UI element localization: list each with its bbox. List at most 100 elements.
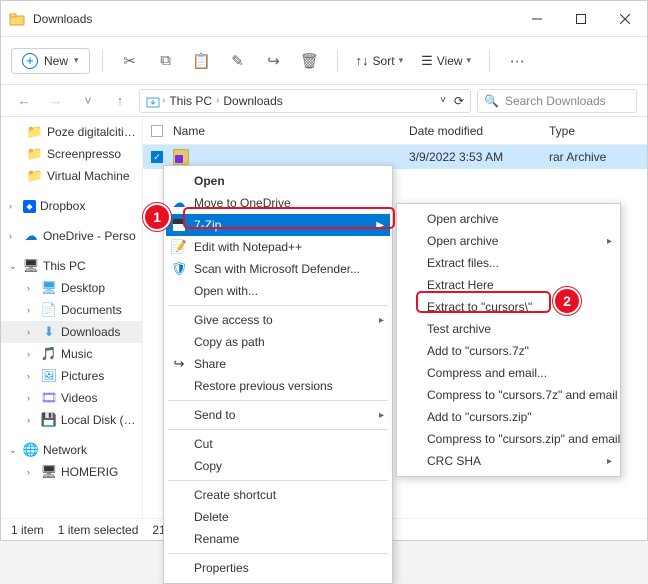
ctx-open[interactable]: Open xyxy=(166,170,390,192)
refresh-button[interactable]: ⟳ xyxy=(454,94,464,108)
up-level-button[interactable]: ↑ xyxy=(107,93,133,108)
7zip-icon xyxy=(171,217,187,233)
file-type: rar Archive xyxy=(549,150,639,164)
file-list: ✓ 3/9/2022 3:53 AM rar Archive Open ☁Mov… xyxy=(143,145,647,518)
select-all-checkbox[interactable] xyxy=(151,125,163,137)
folder-icon: 📁 xyxy=(27,124,43,140)
col-name[interactable]: Name xyxy=(173,124,399,138)
sub-crc[interactable]: CRC SHA▸ xyxy=(399,450,618,472)
ctx-give-access[interactable]: Give access to▸ xyxy=(166,309,390,331)
ctx-copy[interactable]: Copy xyxy=(166,455,390,477)
ctx-delete[interactable]: Delete xyxy=(166,506,390,528)
sub-compress-email[interactable]: Compress and email... xyxy=(399,362,618,384)
new-label: New xyxy=(44,54,68,68)
view-button[interactable]: ☰View▾ xyxy=(415,53,477,69)
cloud-icon: ☁ xyxy=(171,195,187,211)
pictures-icon: 🖼 xyxy=(41,368,57,384)
sidebar-item[interactable]: 📁Screenpresso xyxy=(1,143,142,165)
maximize-button[interactable] xyxy=(559,1,603,37)
sub-test[interactable]: Test archive xyxy=(399,318,618,340)
sidebar-onedrive[interactable]: ›☁OneDrive - Perso xyxy=(1,225,142,247)
sub-open-archive2[interactable]: Open archive▸ xyxy=(399,230,618,252)
folder-icon: 📁 xyxy=(27,168,43,184)
pc-icon: 🖥 xyxy=(41,464,57,480)
up-button[interactable]: ˅ xyxy=(75,94,101,108)
delete-button[interactable]: 🗑 xyxy=(295,46,325,76)
minimize-button[interactable] xyxy=(515,1,559,37)
col-date[interactable]: Date modified xyxy=(409,124,539,138)
ctx-restore[interactable]: Restore previous versions xyxy=(166,375,390,397)
downloads-icon xyxy=(146,95,158,107)
chevron-down-icon[interactable]: ˅ xyxy=(440,95,446,106)
breadcrumb-pc[interactable]: This PC xyxy=(169,94,212,108)
file-date: 3/9/2022 3:53 AM xyxy=(409,150,539,164)
sidebar-network[interactable]: ⌄🌐Network xyxy=(1,439,142,461)
share-icon: ↪ xyxy=(171,356,187,372)
sidebar-pictures[interactable]: ›🖼Pictures xyxy=(1,365,142,387)
sidebar-music[interactable]: ›🎵Music xyxy=(1,343,142,365)
cut-button[interactable]: ✂ xyxy=(115,46,145,76)
sub-add-7z[interactable]: Add to "cursors.7z" xyxy=(399,340,618,362)
copy-button[interactable]: ⧉ xyxy=(151,46,181,76)
col-type[interactable]: Type xyxy=(549,124,639,138)
folder-icon xyxy=(9,11,25,27)
sub-extract-here[interactable]: Extract Here xyxy=(399,274,618,296)
sidebar-downloads[interactable]: ›⬇Downloads xyxy=(1,321,142,343)
submenu-7zip: Open archive Open archive▸ Extract files… xyxy=(396,203,621,477)
sidebar-thispc[interactable]: ⌄🖥This PC xyxy=(1,255,142,277)
more-button[interactable]: ⋯ xyxy=(502,46,532,76)
sidebar-homerig[interactable]: ›🖥HOMERIG xyxy=(1,461,142,483)
status-count: 1 item xyxy=(11,523,44,537)
sidebar-videos[interactable]: ›🎞Videos xyxy=(1,387,142,409)
sub-compress-7z-email[interactable]: Compress to "cursors.7z" and email xyxy=(399,384,618,406)
sidebar-dropbox[interactable]: ›◆Dropbox xyxy=(1,195,142,217)
sub-extract-to[interactable]: Extract to "cursors\" xyxy=(399,296,618,318)
ctx-openwith[interactable]: Open with... xyxy=(166,280,390,302)
sub-extract-files[interactable]: Extract files... xyxy=(399,252,618,274)
sidebar: 📁Poze digitalcitizen 📁Screenpresso 📁Virt… xyxy=(1,117,143,518)
ctx-properties[interactable]: Properties xyxy=(166,557,390,579)
ctx-sendto[interactable]: Send to▸ xyxy=(166,404,390,426)
shield-icon: 🛡 xyxy=(171,261,187,277)
back-button[interactable]: ← xyxy=(11,93,37,108)
ctx-notepad[interactable]: 📝Edit with Notepad++ xyxy=(166,236,390,258)
dropbox-icon: ◆ xyxy=(23,200,36,213)
context-menu: Open ☁Move to OneDrive 7-Zip▶ 📝Edit with… xyxy=(163,165,393,584)
music-icon: 🎵 xyxy=(41,346,57,362)
sub-compress-zip-email[interactable]: Compress to "cursors.zip" and email xyxy=(399,428,618,450)
arrow-right-icon: ▸ xyxy=(607,456,612,467)
breadcrumb-loc[interactable]: Downloads xyxy=(223,94,282,108)
forward-button[interactable]: → xyxy=(43,93,69,108)
ctx-defender[interactable]: 🛡Scan with Microsoft Defender... xyxy=(166,258,390,280)
sub-add-zip[interactable]: Add to "cursors.zip" xyxy=(399,406,618,428)
share-button[interactable]: ↪ xyxy=(259,46,289,76)
ctx-rename[interactable]: Rename xyxy=(166,528,390,550)
sidebar-item[interactable]: 📁Poze digitalcitizen xyxy=(1,121,142,143)
search-input[interactable]: 🔍 Search Downloads xyxy=(477,89,637,113)
rename-button[interactable]: ✎ xyxy=(223,46,253,76)
paste-button[interactable]: 📋 xyxy=(187,46,217,76)
notepad-icon: 📝 xyxy=(171,239,187,255)
row-checkbox[interactable]: ✓ xyxy=(151,151,163,163)
breadcrumb[interactable]: › This PC › Downloads ˅⟳ xyxy=(139,89,471,113)
downloads-icon: ⬇ xyxy=(41,324,57,340)
sort-button[interactable]: ↑↓Sort▾ xyxy=(350,53,410,68)
status-selected: 1 item selected xyxy=(58,523,139,537)
rar-icon xyxy=(173,149,189,165)
ctx-move-onedrive[interactable]: ☁Move to OneDrive xyxy=(166,192,390,214)
arrow-right-icon: ▸ xyxy=(379,410,384,421)
sub-open-archive[interactable]: Open archive xyxy=(399,208,618,230)
ctx-shortcut[interactable]: Create shortcut xyxy=(166,484,390,506)
ctx-7zip[interactable]: 7-Zip▶ xyxy=(166,214,390,236)
sidebar-desktop[interactable]: ›🖥Desktop xyxy=(1,277,142,299)
sidebar-documents[interactable]: ›📄Documents xyxy=(1,299,142,321)
sidebar-item[interactable]: 📁Virtual Machine xyxy=(1,165,142,187)
cloud-icon: ☁ xyxy=(23,228,39,244)
ctx-cut[interactable]: Cut xyxy=(166,433,390,455)
documents-icon: 📄 xyxy=(41,302,57,318)
new-button[interactable]: + New ▾ xyxy=(11,48,90,74)
sidebar-localdisk[interactable]: ›💾Local Disk (C:) xyxy=(1,409,142,431)
close-button[interactable] xyxy=(603,1,647,37)
ctx-share[interactable]: ↪Share xyxy=(166,353,390,375)
ctx-copy-path[interactable]: Copy as path xyxy=(166,331,390,353)
